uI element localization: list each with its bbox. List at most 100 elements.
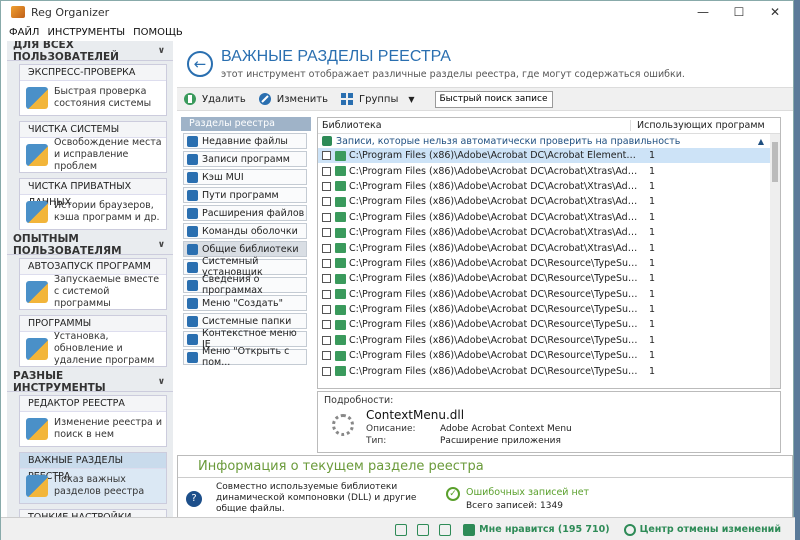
quick-search-input[interactable]: [434, 90, 553, 108]
collapse-arrow-icon[interactable]: ▲: [758, 137, 764, 146]
registry-sections-icon: [26, 475, 48, 497]
table-group-row[interactable]: Записи, которые нельзя автоматически про…: [318, 134, 780, 148]
sidebar-group-header[interactable]: ОПЫТНЫМ ПОЛЬЗОВАТЕЛЯМ ∨: [7, 233, 173, 257]
category-icon: [187, 261, 198, 273]
table-row[interactable]: C:\Program Files (x86)\Adobe\Acrobat DC\…: [318, 179, 780, 194]
table-row[interactable]: C:\Program Files (x86)\Adobe\Acrobat DC\…: [318, 287, 780, 302]
sidebar-card-title: ВАЖНЫЕ РАЗДЕЛЫ РЕЕСТРА: [20, 453, 166, 482]
facebook-icon[interactable]: [417, 523, 430, 536]
row-checkbox[interactable]: [322, 243, 331, 253]
category-icon: [187, 333, 198, 345]
row-checkbox[interactable]: [322, 166, 331, 176]
category-item[interactable]: Общие библиотеки: [183, 241, 307, 257]
sidebar-group-header[interactable]: РАЗНЫЕ ИНСТРУМЕНТЫ ∨: [7, 370, 173, 394]
edit-button[interactable]: Изменить: [258, 92, 328, 106]
category-item[interactable]: Кэш MUI: [183, 169, 307, 185]
table-row[interactable]: C:\Program Files (x86)\Adobe\Acrobat DC\…: [318, 163, 780, 178]
sidebar-group-header[interactable]: ДЛЯ ВСЕХ ПОЛЬЗОВАТЕЛЕЙ ∨: [7, 41, 173, 63]
row-checkbox[interactable]: [322, 320, 331, 330]
row-checkbox[interactable]: [322, 151, 331, 161]
row-checkbox[interactable]: [322, 305, 331, 315]
menu-help[interactable]: ПОМОЩЬ: [133, 27, 183, 38]
table-scrollbar[interactable]: [770, 134, 780, 388]
maximize-button[interactable]: ☐: [721, 1, 757, 23]
category-item[interactable]: Пути программ: [183, 187, 307, 203]
sidebar-card[interactable]: ЧИСТКА СИСТЕМЫ Освобождение места и испра…: [19, 121, 167, 173]
file-icon: [335, 150, 346, 161]
sidebar-card[interactable]: ПРОГРАММЫ Установка, обновление и удалени…: [19, 315, 167, 367]
info-panel: Информация о текущем разделе реестра ? С…: [177, 455, 793, 521]
table-row[interactable]: C:\Program Files (x86)\Adobe\Acrobat DC\…: [318, 210, 780, 225]
category-item[interactable]: Сведения о программах: [183, 274, 307, 296]
row-checkbox[interactable]: [322, 289, 331, 299]
chevron-up-icon: ∨: [157, 45, 165, 56]
file-icon: [335, 366, 346, 377]
registry-editor-icon: [26, 418, 48, 440]
category-icon: [187, 171, 198, 183]
category-item[interactable]: Команды оболочки: [183, 223, 307, 239]
row-checkbox[interactable]: [322, 351, 331, 361]
scrollbar-thumb[interactable]: [772, 142, 778, 182]
gear-icon: [332, 414, 354, 436]
row-path: C:\Program Files (x86)\Adobe\Acrobat DC\…: [349, 180, 639, 192]
category-item[interactable]: Системные папки: [183, 313, 307, 329]
like-button[interactable]: Мне нравится (195 710): [463, 523, 610, 536]
undo-center-icon: [623, 523, 636, 536]
category-item[interactable]: Меню "Создать": [183, 295, 307, 311]
table-row[interactable]: C:\Program Files (x86)\Adobe\Acrobat DC\…: [318, 271, 780, 286]
category-label: Недавние файлы: [202, 135, 288, 147]
table-row[interactable]: C:\Program Files (x86)\Adobe\Acrobat DC\…: [318, 225, 780, 240]
close-button[interactable]: ✕: [757, 1, 793, 23]
content-area: Разделы реестра Недавние файлы Записи про…: [177, 115, 793, 453]
sidebar-card-text: Освобождение места и исправление проблем: [54, 137, 162, 172]
sidebar-card[interactable]: ЧИСТКА ПРИВАТНЫХ ДАННЫХ Истории браузеров…: [19, 178, 167, 230]
main-panel: ← ВАЖНЫЕ РАЗДЕЛЫ РЕЕСТРА этот инструмент…: [177, 41, 793, 539]
row-checkbox[interactable]: [322, 366, 331, 376]
category-item[interactable]: Недавние файлы: [183, 133, 307, 149]
row-checkbox[interactable]: [322, 258, 331, 268]
minimize-button[interactable]: —: [685, 1, 721, 23]
file-icon: [335, 289, 346, 300]
sidebar-card[interactable]: АВТОЗАПУСК ПРОГРАММ Запускаемые вместе с …: [19, 258, 167, 310]
category-item[interactable]: Расширения файлов: [183, 205, 307, 221]
table-row[interactable]: C:\Program Files (x86)\Adobe\Acrobat DC\…: [318, 317, 780, 332]
cleanup-icon: [26, 144, 48, 166]
back-arrow-icon[interactable]: ←: [187, 51, 213, 77]
row-checkbox[interactable]: [322, 212, 331, 222]
menu-file[interactable]: ФАЙЛ: [9, 27, 39, 38]
row-checkbox[interactable]: [322, 335, 331, 345]
row-count: 1: [649, 273, 656, 285]
sidebar-card[interactable]: РЕДАКТОР РЕЕСТРА Изменение реестра и поис…: [19, 395, 167, 447]
page-title: ВАЖНЫЕ РАЗДЕЛЫ РЕЕСТРА: [221, 48, 451, 65]
file-icon: [335, 196, 346, 207]
delete-button[interactable]: Удалить: [183, 92, 246, 106]
theme-icon[interactable]: [395, 523, 408, 536]
category-icon: [187, 189, 198, 201]
col-library[interactable]: Библиотека: [318, 120, 630, 131]
category-item[interactable]: Меню "Открыть с пом...: [183, 346, 307, 368]
menu-tools[interactable]: ИНСТРУМЕНТЫ: [47, 27, 125, 38]
sidebar-card[interactable]: ЭКСПРЕСС-ПРОВЕРКА Быстрая проверка состоя…: [19, 64, 167, 116]
twitter-icon[interactable]: [439, 523, 452, 536]
row-path: C:\Program Files (x86)\Adobe\Acrobat DC\…: [349, 196, 639, 208]
table-row[interactable]: C:\Program Files (x86)\Adobe\Acrobat DC\…: [318, 256, 780, 271]
table-row[interactable]: C:\Program Files (x86)\Adobe\Acrobat DC\…: [318, 302, 780, 317]
col-programs[interactable]: Использующих программ: [630, 120, 765, 131]
undo-center-button[interactable]: Центр отмены изменений: [623, 523, 781, 536]
category-item[interactable]: Записи программ: [183, 151, 307, 167]
row-checkbox[interactable]: [322, 197, 331, 207]
row-checkbox[interactable]: [322, 181, 331, 191]
table-row[interactable]: C:\Program Files (x86)\Adobe\Acrobat DC\…: [318, 240, 780, 255]
category-item[interactable]: Системный установщик: [183, 256, 307, 278]
table-row[interactable]: C:\Program Files (x86)\Adobe\Acrobat DC\…: [318, 363, 780, 378]
table-row[interactable]: C:\Program Files (x86)\Adobe\Acrobat DC\…: [318, 194, 780, 209]
table-row[interactable]: C:\Program Files (x86)\Adobe\Acrobat DC\…: [318, 333, 780, 348]
table-row[interactable]: C:\Program Files (x86)\Adobe\Acrobat DC\…: [318, 348, 780, 363]
row-checkbox[interactable]: [322, 274, 331, 284]
status-ok: Ошибочных записей нет: [466, 486, 590, 498]
category-item[interactable]: Контекстное меню IE: [183, 328, 307, 350]
row-checkbox[interactable]: [322, 228, 331, 238]
groups-button[interactable]: Группы ▼: [340, 92, 415, 106]
sidebar-card[interactable]: ВАЖНЫЕ РАЗДЕЛЫ РЕЕСТРА Показ важных разде…: [19, 452, 167, 504]
table-row[interactable]: C:\Program Files (x86)\Adobe\Acrobat DC\…: [318, 148, 780, 164]
